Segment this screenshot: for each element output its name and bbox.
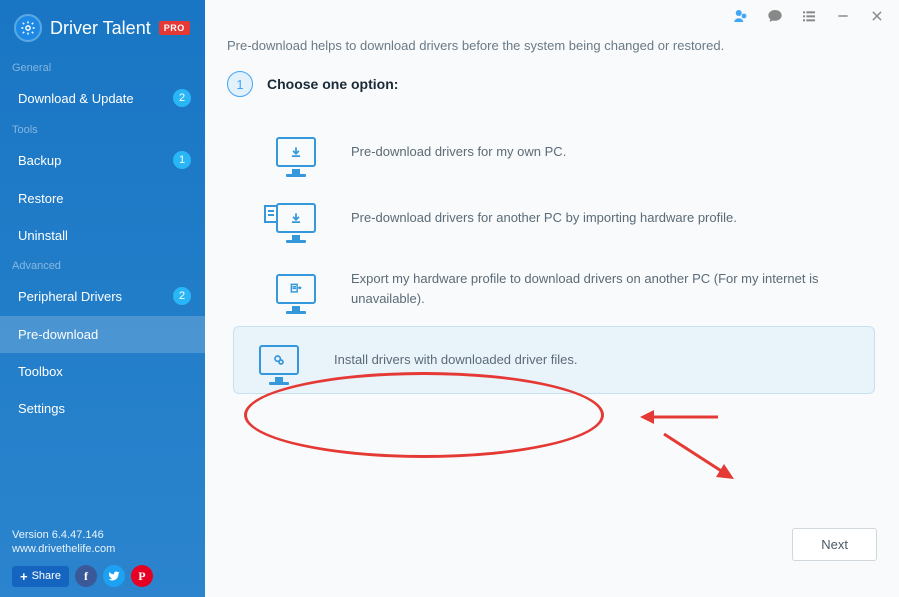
menu-icon[interactable] [799, 6, 819, 26]
options-list: Pre-download drivers for my own PC. Pre-… [251, 119, 875, 394]
sidebar-item-label: Backup [18, 153, 61, 168]
logo-row: Driver Talent PRO [0, 0, 205, 56]
titlebar [205, 0, 899, 32]
section-general: General [0, 56, 205, 78]
monitor-download-icon [269, 137, 323, 167]
count-badge: 1 [173, 151, 191, 169]
website-link[interactable]: www.drivethelife.com [12, 543, 193, 555]
option-text: Install drivers with downloaded driver f… [334, 350, 856, 370]
sidebar-item-label: Peripheral Drivers [18, 289, 122, 304]
close-icon[interactable] [867, 6, 887, 26]
step-number-badge: 1 [227, 71, 253, 97]
sidebar-item-restore[interactable]: Restore [0, 180, 205, 217]
count-badge: 2 [173, 89, 191, 107]
monitor-import-icon [269, 203, 323, 233]
version-text: Version 6.4.47.146 [12, 528, 193, 543]
page-description: Pre-download helps to download drivers b… [223, 32, 875, 71]
footer-bar: Next [205, 508, 899, 597]
content: Pre-download helps to download drivers b… [205, 32, 899, 508]
option-text: Pre-download drivers for another PC by i… [351, 208, 857, 228]
count-badge: 2 [173, 287, 191, 305]
option-text: Export my hardware profile to download d… [351, 269, 857, 308]
app-title: Driver Talent [50, 18, 151, 39]
share-button[interactable]: Share [12, 566, 69, 587]
sidebar-item-backup[interactable]: Backup 1 [0, 140, 205, 180]
chat-icon[interactable] [765, 6, 785, 26]
sidebar-item-toolbox[interactable]: Toolbox [0, 353, 205, 390]
sidebar-item-peripheral-drivers[interactable]: Peripheral Drivers 2 [0, 276, 205, 316]
monitor-install-icon [252, 345, 306, 375]
sidebar-item-download-update[interactable]: Download & Update 2 [0, 78, 205, 118]
gear-icon [14, 14, 42, 42]
twitter-icon[interactable] [103, 565, 125, 587]
sidebar-item-pre-download[interactable]: Pre-download [0, 316, 205, 353]
step-title: Choose one option: [267, 76, 398, 92]
section-tools: Tools [0, 118, 205, 140]
section-advanced: Advanced [0, 254, 205, 276]
main-panel: Pre-download helps to download drivers b… [205, 0, 899, 597]
share-row: Share f P [12, 565, 193, 587]
facebook-icon[interactable]: f [75, 565, 97, 587]
sidebar-item-label: Pre-download [18, 327, 98, 342]
pro-badge: PRO [159, 21, 190, 35]
monitor-export-icon [269, 274, 323, 304]
sidebar-item-uninstall[interactable]: Uninstall [0, 217, 205, 254]
next-button[interactable]: Next [792, 528, 877, 561]
sidebar-item-settings[interactable]: Settings [0, 390, 205, 427]
minimize-icon[interactable] [833, 6, 853, 26]
sidebar-item-label: Uninstall [18, 228, 68, 243]
sidebar-item-label: Download & Update [18, 91, 134, 106]
app-window: Driver Talent PRO General Download & Upd… [0, 0, 899, 597]
option-another-pc[interactable]: Pre-download drivers for another PC by i… [251, 185, 875, 251]
sidebar-footer: Version 6.4.47.146 www.drivethelife.com … [0, 518, 205, 597]
step-header: 1 Choose one option: [227, 71, 875, 97]
option-export-profile[interactable]: Export my hardware profile to download d… [251, 251, 875, 326]
feedback-icon[interactable] [731, 6, 751, 26]
option-install-downloaded[interactable]: Install drivers with downloaded driver f… [233, 326, 875, 394]
sidebar-item-label: Toolbox [18, 364, 63, 379]
option-text: Pre-download drivers for my own PC. [351, 142, 857, 162]
option-own-pc[interactable]: Pre-download drivers for my own PC. [251, 119, 875, 185]
sidebar-item-label: Settings [18, 401, 65, 416]
sidebar-item-label: Restore [18, 191, 64, 206]
pinterest-icon[interactable]: P [131, 565, 153, 587]
sidebar: Driver Talent PRO General Download & Upd… [0, 0, 205, 597]
